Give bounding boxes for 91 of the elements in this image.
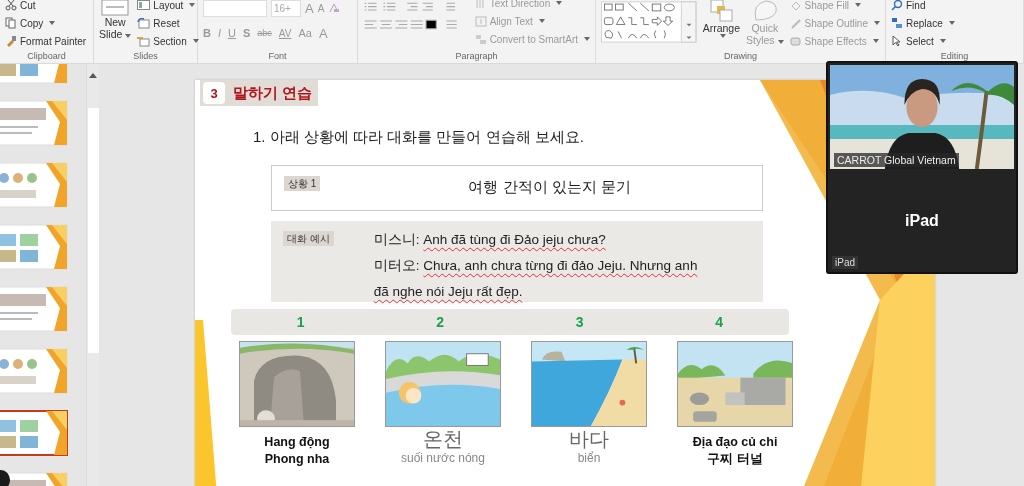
caret-icon [948, 21, 955, 25]
shapes-gallery[interactable] [601, 0, 697, 46]
caret-icon [189, 3, 196, 7]
instruction-text: 1. 아래 상황에 따라 대화를 만들어 연습해 보세요. [253, 128, 585, 147]
copy-button[interactable]: Copy [5, 14, 88, 32]
font-style-button[interactable]: B [203, 27, 211, 39]
group-label: Clipboard [26, 50, 67, 63]
caret-icon [49, 21, 56, 25]
font-style-button[interactable]: A [318, 25, 328, 41]
section-number: 3 [203, 82, 225, 104]
replace-button[interactable]: Replace [891, 14, 1018, 32]
brush-icon [5, 35, 17, 47]
caption-text: Địa đạo củ chi [692, 434, 778, 451]
section-title: 말하기 연습 [233, 83, 313, 103]
section-button[interactable]: Section [137, 32, 199, 50]
item-number: 2 [436, 314, 445, 330]
item-number: 3 [575, 314, 584, 330]
group-label: Drawing [723, 50, 758, 63]
find-button[interactable]: Find [891, 0, 1018, 14]
font-style-button[interactable]: abc [257, 28, 272, 38]
caret-icon [719, 34, 726, 38]
smartart-icon [474, 33, 487, 45]
caret-icon [872, 39, 879, 43]
select-button[interactable]: Select [891, 32, 1018, 50]
group-label: Paragraph [454, 50, 499, 63]
group-label: Editing [939, 50, 970, 63]
caret-icon [192, 39, 199, 43]
caption-text: Hang động [264, 434, 330, 451]
text-direction-button[interactable]: Text Direction [474, 0, 590, 12]
device-name: iPad [905, 211, 939, 230]
cut-button[interactable]: Cut [5, 0, 88, 14]
reset-button[interactable]: Reset [137, 14, 199, 32]
caption-text: 구찌 터널 [707, 451, 763, 468]
word-meaning: biển [577, 451, 601, 465]
dialogue-line: 미터오: Chưa, anh chưa từng đi đảo Jeju. Nhưng anh đã nghe nói Jeju rất đẹp. [373, 257, 699, 301]
caption-text: Phong nha [264, 451, 330, 468]
pencil-icon [789, 17, 802, 29]
scroll-up-icon[interactable] [89, 72, 97, 78]
section-icon [137, 35, 151, 47]
shape-fill-button[interactable]: Shape Fill [789, 0, 880, 14]
device-label: iPad [832, 256, 858, 269]
grow-font-button[interactable]: A [305, 0, 314, 16]
dialogue-line: 미스니: Anh đã tùng đi Đảo jeju chưa? [373, 231, 607, 249]
caret-icon [939, 39, 946, 43]
korean-word: 온천 [423, 427, 463, 451]
font-style-button[interactable]: Aa [298, 27, 312, 39]
search-icon [891, 0, 903, 11]
scrollbar[interactable] [86, 64, 99, 486]
scissors-icon [5, 0, 17, 11]
word-meaning: suối nước nóng [401, 451, 485, 465]
new-slide-button[interactable]: New Slide [99, 0, 132, 40]
caret-icon [556, 1, 563, 5]
font-size-field[interactable]: 16+ [271, 0, 301, 17]
shrink-font-button[interactable]: A [317, 2, 325, 14]
convert-smartart-button[interactable]: Convert to SmartArt [474, 30, 590, 48]
format-painter-button[interactable]: Format Painter [5, 32, 88, 50]
participant-name: CARROT Global Vietnam [834, 153, 959, 167]
shape-outline-button[interactable]: Shape Outline [789, 14, 880, 32]
text-direction-icon [474, 0, 487, 9]
reset-icon [137, 17, 151, 29]
clear-format-icon [328, 2, 341, 14]
caret-icon [777, 40, 784, 44]
situation-tag: 상황 1 [284, 176, 321, 191]
caret-icon [874, 21, 880, 25]
quick-styles-button[interactable]: Quick Styles [746, 0, 784, 46]
group-label: Slides [132, 50, 159, 63]
item-number: 1 [296, 314, 305, 330]
align-text-button[interactable]: Align Text [474, 12, 590, 30]
shape-effects-button[interactable]: Shape Effects [789, 32, 880, 50]
caret-icon [584, 37, 590, 41]
font-style-button[interactable]: AV [278, 27, 292, 39]
font-style-button[interactable]: S [242, 27, 251, 39]
shape-effects-icon [789, 35, 802, 47]
korean-word: 바다 [569, 427, 609, 451]
situation-text: 여행 간적이 있는지 묻기 [468, 178, 631, 197]
font-style-button[interactable]: I [217, 27, 221, 39]
item-number: 4 [715, 314, 724, 330]
layout-button[interactable]: Layout [137, 0, 199, 14]
font-style-button[interactable]: U [228, 27, 236, 39]
copy-icon [5, 17, 17, 29]
caret-icon [855, 3, 862, 7]
scroll-thumb[interactable] [87, 108, 99, 353]
dialogue-tag: 대화 예시 [283, 231, 334, 246]
replace-icon [891, 17, 903, 29]
caret-icon [125, 34, 132, 38]
slide-thumbnail[interactable] [0, 410, 68, 456]
group-label: Font [267, 50, 288, 63]
caret-icon [538, 19, 545, 23]
align-text-icon [474, 15, 487, 27]
font-name-field[interactable] [203, 0, 267, 17]
arrange-button[interactable]: Arrange [702, 0, 740, 38]
